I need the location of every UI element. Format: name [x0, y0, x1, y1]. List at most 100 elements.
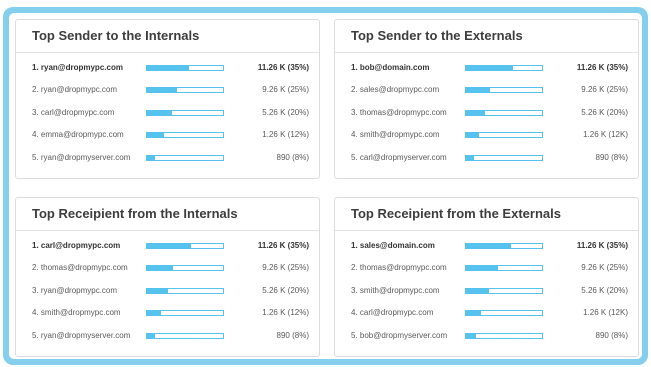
item-value: 5.26 K (20%) — [581, 107, 628, 117]
progress-fill — [466, 288, 489, 293]
progress-fill — [147, 288, 169, 293]
item-value: 1.26 K (12%) — [262, 308, 309, 318]
progress-bar — [146, 65, 224, 71]
progress-bar — [465, 332, 543, 339]
progress-bar — [465, 132, 543, 139]
progress-fill — [466, 110, 485, 115]
progress-bar — [146, 243, 224, 249]
item-value: 5.26 K (20%) — [262, 285, 309, 295]
item-label: 1. sales@domain.com — [351, 241, 435, 250]
item-label: 5. carl@dropmyserver.com — [351, 152, 447, 162]
item-label: 4. carl@dropmypc.com — [351, 308, 434, 318]
item-label: 3. ryan@dropmypc.com — [32, 285, 118, 295]
list-item: 1. bob@domain.com 11.26 K (35%) — [335, 57, 638, 79]
progress-bar — [146, 87, 224, 94]
panel-title: Top Sender to the Externals — [335, 20, 638, 53]
progress-fill — [466, 266, 498, 271]
item-label: 2. thomas@dropmypc.com — [32, 263, 128, 273]
panel-top-sender-externals: Top Sender to the Externals 1. bob@domai… — [334, 19, 639, 179]
progress-bar — [465, 87, 543, 94]
item-label: 1. carl@dropmypc.com — [32, 241, 121, 250]
list-item: 1. ryan@dropmypc.com 11.26 K (35%) — [16, 57, 319, 79]
item-value: 9.26 K (25%) — [581, 263, 628, 273]
progress-fill — [466, 155, 475, 160]
list-item: 4. smith@dropmypc.com 1.26 K (12%) — [16, 302, 319, 324]
progress-bar — [146, 132, 224, 139]
panel-top-sender-internals: Top Sender to the Internals 1. ryan@drop… — [15, 19, 320, 179]
panel-top-recipient-externals: Top Receipient from the Externals 1. sal… — [334, 197, 639, 357]
item-label: 4. smith@dropmypc.com — [351, 130, 440, 140]
progress-bar — [146, 310, 224, 317]
progress-bar — [146, 265, 224, 272]
item-value: 9.26 K (25%) — [262, 263, 309, 273]
item-label: 2. sales@dropmypc.com — [351, 85, 440, 95]
panel-title: Top Receipient from the Internals — [16, 198, 319, 231]
item-value: 890 (8%) — [595, 152, 628, 162]
list-item: 4. smith@dropmypc.com 1.26 K (12K) — [335, 124, 638, 146]
item-value: 11.26 K (35%) — [576, 63, 628, 72]
progress-fill — [147, 266, 173, 271]
list-item: 1. sales@domain.com 11.26 K (35%) — [335, 235, 638, 257]
item-label: 3. thomas@dropmypc.com — [351, 107, 447, 117]
item-value: 9.26 K (25%) — [581, 85, 628, 95]
item-label: 4. emma@dropmypc.com — [32, 130, 124, 140]
panel-rows: 1. ryan@dropmypc.com 11.26 K (35%) 2. ryan… — [16, 53, 319, 169]
item-value: 890 (8%) — [595, 330, 628, 340]
progress-bar — [146, 332, 224, 339]
item-value: 11.26 K (35%) — [257, 63, 309, 72]
progress-bar — [465, 243, 543, 249]
list-item: 5. carl@dropmyserver.com 890 (8%) — [335, 147, 638, 169]
list-item: 2. thomas@dropmypc.com 9.26 K (25%) — [335, 257, 638, 279]
progress-fill — [466, 244, 511, 248]
item-label: 2. thomas@dropmypc.com — [351, 263, 447, 273]
progress-fill — [466, 66, 514, 70]
progress-fill — [147, 66, 189, 70]
item-value: 11.26 K (35%) — [576, 241, 628, 250]
item-label: 3. carl@dropmypc.com — [32, 107, 115, 117]
progress-fill — [147, 110, 173, 115]
item-label: 5. ryan@dropmyserver.com — [32, 330, 131, 340]
item-value: 1.26 K (12%) — [262, 130, 309, 140]
list-item: 2. sales@dropmypc.com 9.26 K (25%) — [335, 79, 638, 101]
list-item: 5. ryan@dropmyserver.com 890 (8%) — [16, 325, 319, 347]
progress-bar — [146, 287, 224, 294]
progress-fill — [147, 133, 164, 138]
progress-bar — [465, 65, 543, 71]
list-item: 3. thomas@dropmypc.com 5.26 K (20%) — [335, 102, 638, 124]
list-item: 4. carl@dropmypc.com 1.26 K (12K) — [335, 302, 638, 324]
item-label: 3. smith@dropmypc.com — [351, 285, 440, 295]
list-item: 3. ryan@dropmypc.com 5.26 K (20%) — [16, 280, 319, 302]
dashboard-content: Top Sender to the Internals 1. ryan@drop… — [9, 13, 642, 359]
list-item: 1. carl@dropmypc.com 11.26 K (35%) — [16, 235, 319, 257]
item-label: 5. bob@dropmyserver.com — [351, 330, 448, 340]
progress-fill — [466, 133, 479, 138]
panel-rows: 1. sales@domain.com 11.26 K (35%) 2. thoma… — [335, 231, 638, 347]
list-item: 5. bob@dropmyserver.com 890 (8%) — [335, 325, 638, 347]
progress-fill — [466, 311, 482, 316]
progress-bar — [465, 265, 543, 272]
progress-bar — [146, 109, 224, 116]
progress-bar — [465, 109, 543, 116]
progress-fill — [147, 155, 156, 160]
progress-fill — [466, 88, 491, 93]
panel-rows: 1. bob@domain.com 11.26 K (35%) 2. sales@d… — [335, 53, 638, 169]
progress-bar — [146, 154, 224, 161]
item-value: 1.26 K (12K) — [583, 308, 628, 318]
item-value: 5.26 K (20%) — [581, 285, 628, 295]
list-item: 2. thomas@dropmypc.com 9.26 K (25%) — [16, 257, 319, 279]
item-value: 1.26 K (12K) — [583, 130, 628, 140]
list-item: 3. smith@dropmypc.com 5.26 K (20%) — [335, 280, 638, 302]
list-item: 2. ryan@dropmypc.com 9.26 K (25%) — [16, 79, 319, 101]
item-label: 2. ryan@dropmypc.com — [32, 85, 118, 95]
dashboard-frame: Top Sender to the Internals 1. ryan@drop… — [3, 7, 648, 365]
progress-fill — [147, 333, 155, 338]
progress-bar — [465, 154, 543, 161]
item-value: 890 (8%) — [276, 152, 309, 162]
progress-fill — [466, 333, 476, 338]
progress-fill — [147, 244, 192, 248]
item-label: 1. bob@domain.com — [351, 63, 430, 72]
list-item: 3. carl@dropmypc.com 5.26 K (20%) — [16, 102, 319, 124]
item-label: 1. ryan@dropmypc.com — [32, 63, 123, 72]
panel-title: Top Receipient from the Externals — [335, 198, 638, 231]
item-value: 9.26 K (25%) — [262, 85, 309, 95]
